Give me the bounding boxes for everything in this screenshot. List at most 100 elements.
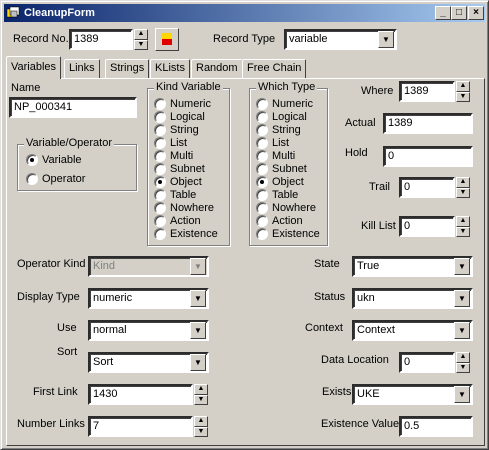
spin-up-icon[interactable]: ▲ (456, 216, 470, 227)
app-icon (6, 6, 20, 20)
spin-up-icon[interactable]: ▲ (456, 81, 470, 92)
close-button[interactable]: × (468, 6, 484, 20)
tab-variables[interactable]: Variables (6, 56, 62, 79)
chevron-down-icon[interactable]: ▼ (190, 354, 206, 371)
spin-up-icon[interactable]: ▲ (456, 352, 470, 363)
kind-variable-radio-table[interactable]: Table (154, 188, 196, 201)
which-type-radio-numeric[interactable]: Numeric (256, 97, 313, 110)
which-type-radio-action[interactable]: Action (256, 214, 303, 227)
kind-variable-radio-logical[interactable]: Logical (154, 110, 205, 123)
spin-up-icon[interactable]: ▲ (194, 416, 208, 427)
which-type-radio-table[interactable]: Table (256, 188, 298, 201)
kind-variable-radio-action[interactable]: Action (154, 214, 201, 227)
variable-operator-title: Variable/Operator (24, 137, 115, 149)
which-type-radio-logical[interactable]: Logical (256, 110, 307, 123)
chevron-down-icon[interactable]: ▼ (378, 31, 394, 48)
where-input[interactable]: 1389 (399, 81, 455, 102)
which-type-radio-multi[interactable]: Multi (256, 149, 295, 162)
context-label: Context (305, 322, 343, 334)
chevron-down-icon[interactable]: ▼ (454, 322, 470, 339)
spin-down-icon[interactable]: ▼ (456, 362, 470, 373)
radio-dot (256, 188, 268, 201)
radio-dot (154, 97, 166, 110)
chevron-down-icon[interactable]: ▼ (190, 322, 206, 339)
radio-label: Existence (170, 227, 218, 240)
trail-spinner[interactable]: ▲ ▼ (455, 177, 470, 198)
kind-variable-radio-object[interactable]: Object (154, 175, 202, 188)
radio-variable[interactable]: Variable (26, 153, 82, 166)
radio-label: Existence (272, 227, 320, 240)
first-link-label: First Link (33, 386, 78, 398)
which-type-radio-nowhere[interactable]: Nowhere (256, 201, 316, 214)
radio-label: Action (272, 214, 303, 227)
hold-input[interactable]: 0 (383, 146, 473, 167)
kill-list-label: Kill List (361, 220, 396, 232)
radio-dot (154, 136, 166, 149)
kind-variable-radio-string[interactable]: String (154, 123, 199, 136)
maximize-button[interactable]: □ (451, 6, 467, 20)
actual-input[interactable]: 1389 (383, 113, 473, 134)
existence-value-input[interactable]: 0.5 (399, 416, 473, 437)
chevron-down-icon[interactable]: ▼ (454, 386, 470, 403)
spin-up-icon[interactable]: ▲ (134, 29, 148, 40)
kind-variable-radio-multi[interactable]: Multi (154, 149, 193, 162)
radio-dot (256, 136, 268, 149)
chevron-down-icon[interactable]: ▼ (454, 258, 470, 275)
first-link-input[interactable]: 1430 (88, 384, 193, 405)
minimize-button[interactable]: _ (435, 6, 451, 20)
radio-dot (256, 201, 268, 214)
spin-down-icon[interactable]: ▼ (194, 394, 208, 405)
radio-label: String (170, 123, 199, 136)
spin-down-icon[interactable]: ▼ (456, 226, 470, 237)
kind-variable-title: Kind Variable (154, 81, 223, 93)
display-type-label: Display Type (17, 291, 80, 303)
trail-input[interactable]: 0 (399, 177, 455, 198)
chevron-down-icon[interactable]: ▼ (190, 258, 206, 275)
which-type-group: Which Type Numeric Logical String List Multi… (249, 81, 328, 246)
kind-variable-radio-list[interactable]: List (154, 136, 187, 149)
radio-label: Table (272, 188, 299, 201)
record-no-spinner[interactable]: ▲ ▼ (133, 29, 148, 50)
radio-operator[interactable]: Operator (26, 172, 85, 185)
kind-variable-radio-numeric[interactable]: Numeric (154, 97, 211, 110)
data-location-input[interactable]: 0 (399, 352, 455, 373)
kind-variable-radio-nowhere[interactable]: Nowhere (154, 201, 214, 214)
spin-up-icon[interactable]: ▲ (194, 384, 208, 395)
tab-free-chain[interactable]: Free Chain (242, 59, 307, 78)
tab-links[interactable]: Links (64, 59, 100, 78)
spin-down-icon[interactable]: ▼ (456, 187, 470, 198)
name-input[interactable]: NP_000341 (9, 97, 137, 118)
which-type-radio-object[interactable]: Object (256, 175, 304, 188)
close-icon: × (473, 7, 479, 18)
record-no-input[interactable]: 1389 (69, 29, 133, 50)
number-links-input[interactable]: 7 (88, 416, 193, 437)
which-type-radio-list[interactable]: List (256, 136, 289, 149)
kill-list-spinner[interactable]: ▲ ▼ (455, 216, 470, 237)
spin-down-icon[interactable]: ▼ (134, 39, 148, 50)
which-type-radio-subnet[interactable]: Subnet (256, 162, 307, 175)
tab-klists[interactable]: KLists (150, 59, 190, 78)
radio-dot (256, 97, 268, 110)
kill-list-input[interactable]: 0 (399, 216, 455, 237)
record-action-button[interactable] (155, 28, 179, 51)
first-link-spinner[interactable]: ▲ ▼ (193, 384, 208, 405)
which-type-radio-string[interactable]: String (256, 123, 301, 136)
radio-dot (256, 227, 268, 240)
where-spinner[interactable]: ▲ ▼ (455, 81, 470, 102)
chevron-down-icon[interactable]: ▼ (190, 290, 206, 307)
title-bar[interactable]: CleanupForm _ □ × (4, 4, 485, 22)
data-location-spinner[interactable]: ▲ ▼ (455, 352, 470, 373)
spin-up-icon[interactable]: ▲ (456, 177, 470, 188)
number-links-spinner[interactable]: ▲ ▼ (193, 416, 208, 437)
which-type-radio-existence[interactable]: Existence (256, 227, 320, 240)
tab-strings[interactable]: Strings (105, 59, 150, 78)
radio-dot (256, 175, 268, 188)
sort-label: Sort (57, 346, 78, 358)
spin-down-icon[interactable]: ▼ (194, 426, 208, 437)
kind-variable-radio-existence[interactable]: Existence (154, 227, 218, 240)
chevron-down-icon[interactable]: ▼ (454, 290, 470, 307)
record-no-label: Record No. (13, 33, 69, 45)
kind-variable-radio-subnet[interactable]: Subnet (154, 162, 205, 175)
tab-random[interactable]: Random (191, 59, 243, 78)
spin-down-icon[interactable]: ▼ (456, 91, 470, 102)
